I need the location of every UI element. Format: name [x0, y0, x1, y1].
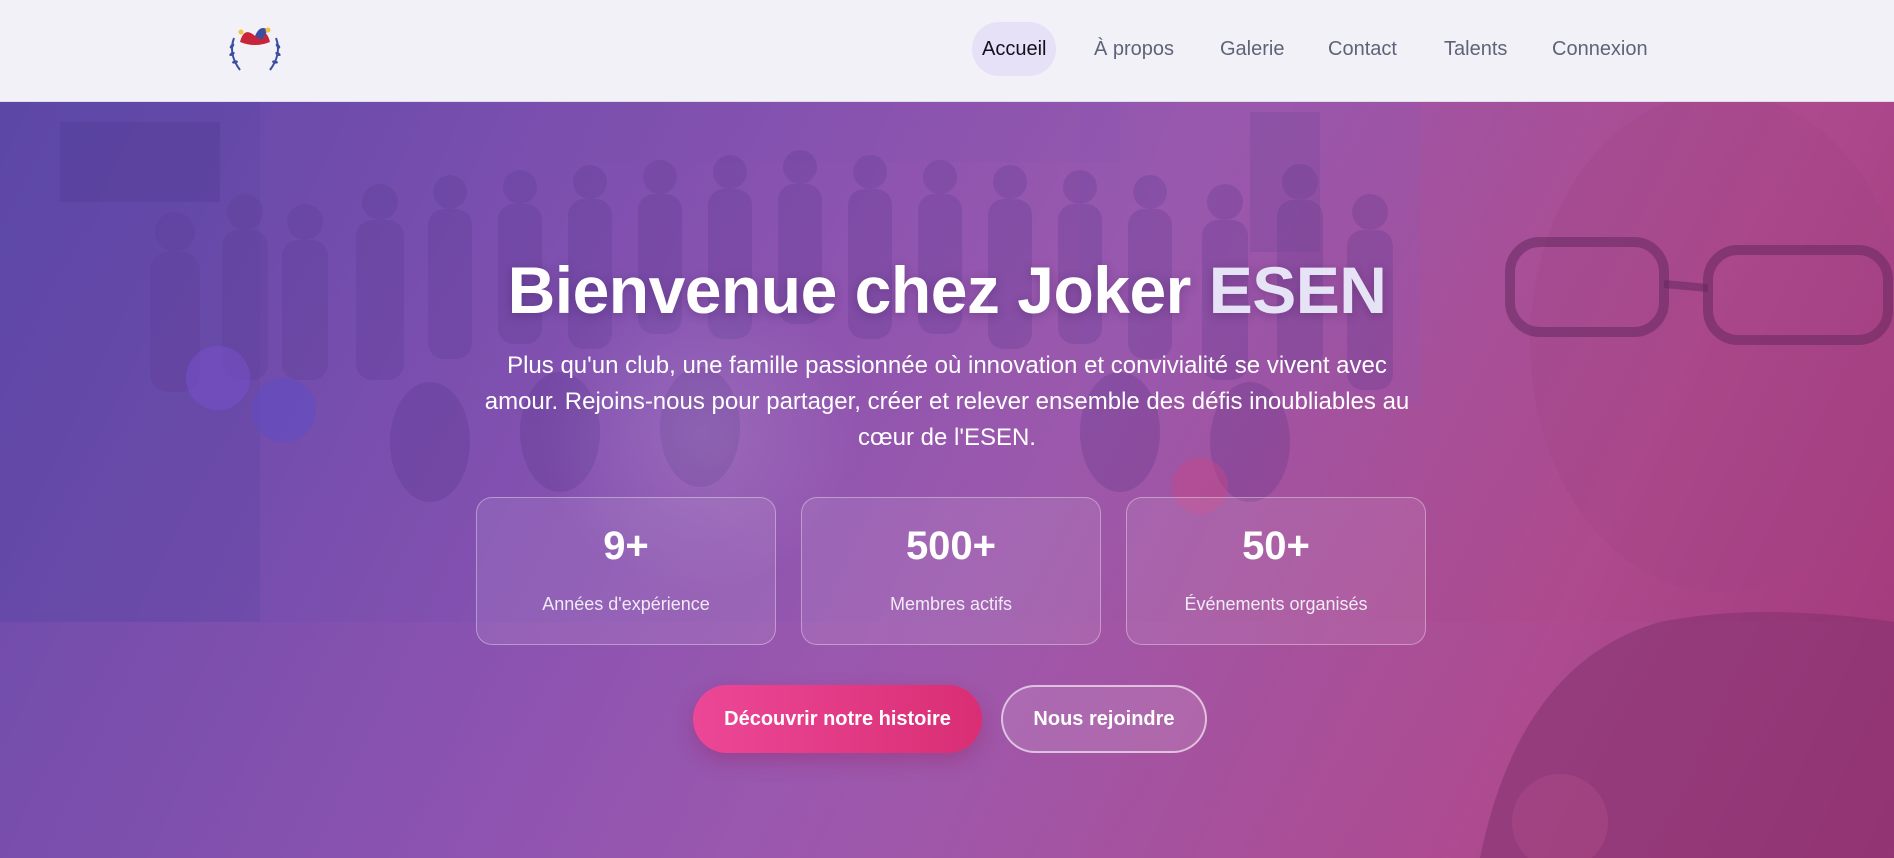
site-header: Accueil À propos Galerie Contact Talents… — [0, 0, 1894, 102]
nav-item-a-propos[interactable]: À propos — [1094, 22, 1174, 76]
discover-history-button[interactable]: Découvrir notre histoire — [693, 685, 982, 753]
stat-card-members: 500+ Membres actifs — [801, 497, 1101, 645]
hero-section: Bienvenue chez Joker ESEN Plus qu'un clu… — [0, 102, 1894, 858]
hero-subtitle: Plus qu'un club, une famille passionnée … — [484, 352, 1410, 451]
nav-item-galerie[interactable]: Galerie — [1220, 22, 1284, 76]
nav-item-accueil[interactable]: Accueil — [972, 22, 1057, 76]
stat-label: Événements organisés — [1184, 594, 1368, 614]
join-us-button[interactable]: Nous rejoindre — [1001, 685, 1207, 753]
nav-item-connexion[interactable]: Connexion — [1552, 22, 1648, 76]
stat-label: Membres actifs — [889, 594, 1013, 614]
stat-card-years: 9+ Années d'expérience — [476, 497, 776, 645]
hero-title: Bienvenue chez Joker ESEN — [0, 252, 1894, 328]
hero-title-accent: ESEN — [1208, 253, 1387, 327]
stat-card-events: 50+ Événements organisés — [1126, 497, 1426, 645]
hero-title-main: Bienvenue chez Joker — [507, 253, 1192, 327]
stat-value: 50+ — [1242, 524, 1310, 568]
nav-item-talents[interactable]: Talents — [1444, 22, 1507, 76]
stat-label: Années d'expérience — [542, 594, 710, 614]
stat-value: 9+ — [603, 524, 649, 568]
joker-logo-icon[interactable] — [224, 22, 286, 76]
nav-item-contact[interactable]: Contact — [1328, 22, 1397, 76]
stat-value: 500+ — [905, 524, 997, 568]
